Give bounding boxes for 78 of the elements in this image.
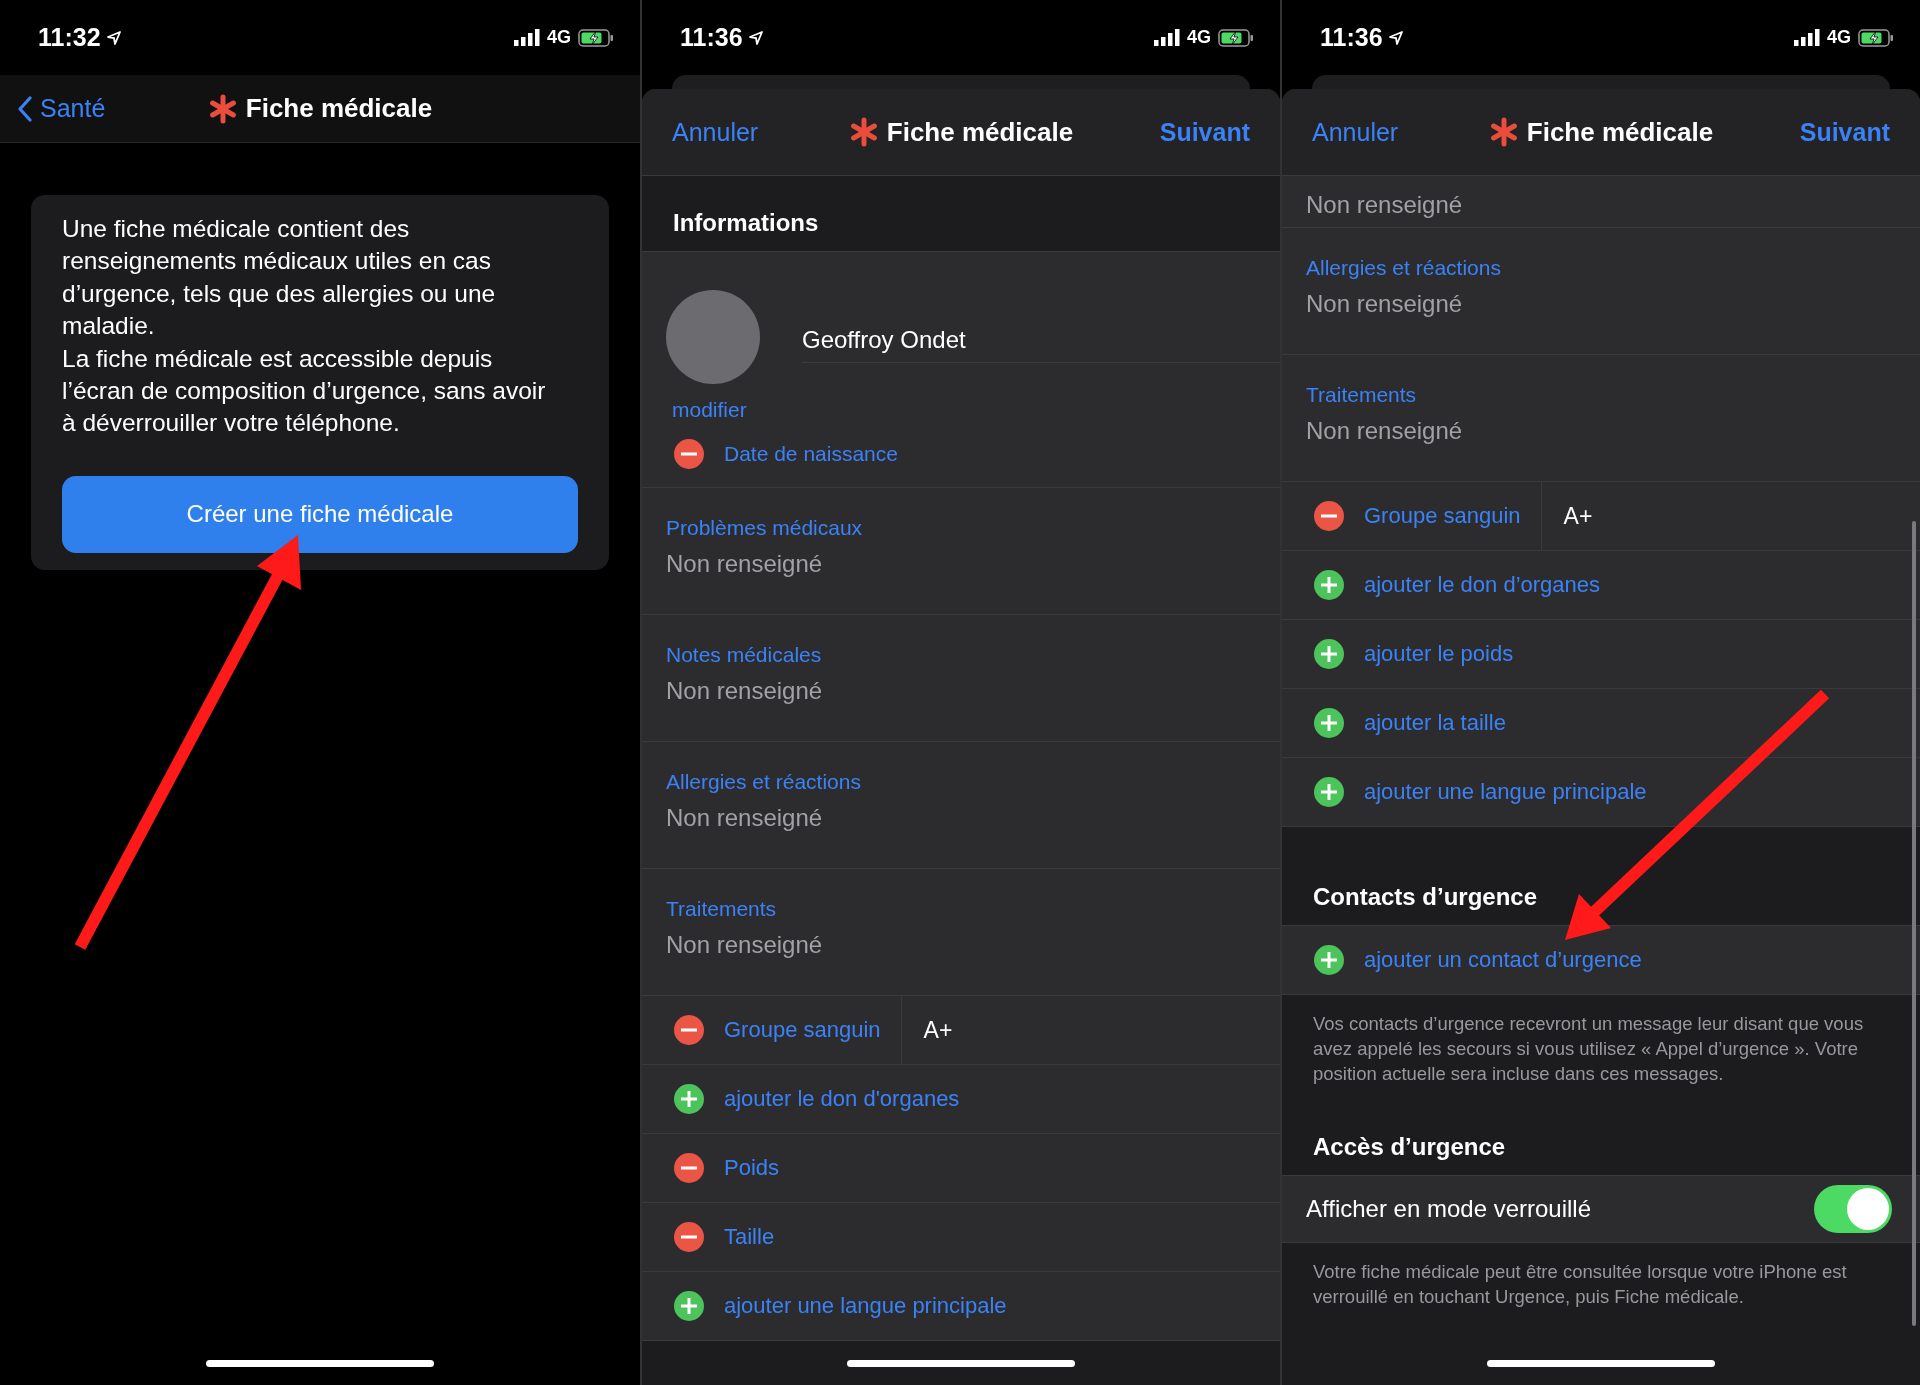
asterisk-icon [1488,117,1519,147]
nav-title: Fiche médicale [886,116,1074,148]
back-button[interactable]: Santé [18,94,106,123]
remove-circle-icon[interactable] [674,1222,704,1252]
toggle-label: Afficher en mode verrouillé [1306,1195,1592,1223]
field-value: Non renseigné [1306,191,1463,219]
footer-note: Votre fiche médicale peut être consultée lorsque votre iPhone est verrouillé en touchant Urgence, puis Fiche médicale. [1282,1243,1920,1385]
network-label: 4G [1827,27,1851,48]
field-label[interactable]: Problèmes médicaux [666,516,1280,540]
field-label[interactable]: Traitements [666,897,1280,921]
name-field[interactable]: Geoffroy Ondet [802,325,1280,363]
asterisk-icon [207,93,238,124]
battery-charging-icon [1858,28,1894,47]
field-label[interactable]: Date de naissance [724,441,898,466]
field-value: Non renseigné [666,677,824,705]
next-button[interactable]: Suivant [1799,117,1890,147]
status-time: 11:32 [38,23,101,52]
remove-circle-icon[interactable] [674,1153,704,1183]
field-label[interactable]: Traitements [1306,383,1920,407]
create-button[interactable]: Créer une fiche médicale [62,475,578,553]
section-header: Informations [673,209,819,237]
field-label[interactable]: Allergies et réactions [666,770,1280,794]
network-label: 4G [547,27,571,48]
asterisk-icon [848,117,879,147]
field-label[interactable]: ajouter le poids [1364,641,1514,667]
location-arrow-icon [1388,30,1403,45]
add-circle-icon[interactable] [674,1291,704,1321]
network-label: 4G [1187,27,1211,48]
location-arrow-icon [106,30,121,45]
info-paragraph: La fiche médicale est accessible depuis l’écran de composition d’urgence, sans avoir à déverrouiller votre téléphone. [62,343,547,439]
add-circle-icon[interactable] [1314,639,1344,669]
add-circle-icon[interactable] [1314,777,1344,807]
field-label[interactable]: Allergies et réactions [1306,256,1920,280]
battery-charging-icon [1218,28,1254,47]
location-arrow-icon [748,30,763,45]
field-value: Non renseigné [666,550,824,578]
status-time: 11:36 [1320,23,1383,52]
footer-note: Vos contacts d’urgence recevront un message leur disant que vous avez appelé les secours si vous utilisez « Appel d’urgence ». Votre position actuelle sera incluse dans ces messages. [1282,995,1920,1100]
field-label[interactable]: Groupe sanguin [724,1017,881,1043]
status-time: 11:36 [680,23,743,52]
field-value: Non renseigné [666,804,824,832]
signal-icon [514,29,540,46]
toggle-switch[interactable] [1814,1185,1892,1233]
remove-circle-icon[interactable] [1314,501,1344,531]
field-label[interactable]: Taille [724,1224,775,1250]
field-value: Non renseigné [1306,417,1464,445]
cancel-button[interactable]: Annuler [672,117,759,147]
field-label[interactable]: ajouter un contact d’urgence [1364,947,1642,973]
battery-charging-icon [578,28,614,47]
remove-circle-icon[interactable] [674,1015,704,1045]
remove-circle-icon[interactable] [674,438,704,469]
field-value: A+ [1540,481,1593,551]
chevron-left-icon [18,95,32,122]
field-label[interactable]: ajouter le don d’organes [1364,572,1601,598]
field-value: Non renseigné [666,931,824,959]
field-label[interactable]: ajouter une langue principale [724,1293,1007,1319]
field-label[interactable]: ajouter le don d'organes [724,1086,960,1112]
field-label[interactable]: Groupe sanguin [1364,503,1521,529]
field-label[interactable]: Poids [724,1155,780,1181]
nav-title: Fiche médicale [245,93,433,124]
field-label[interactable]: Notes médicales [666,643,1280,667]
next-button[interactable]: Suivant [1159,117,1250,147]
add-circle-icon[interactable] [1314,708,1344,738]
nav-title: Fiche médicale [1526,116,1714,148]
signal-icon [1154,29,1180,46]
field-label[interactable]: ajouter la taille [1364,710,1506,736]
field-value: A+ [900,995,953,1065]
section-header: Accès d’urgence [1313,1133,1506,1161]
add-circle-icon[interactable] [1314,945,1344,975]
field-value: Non renseigné [1306,290,1464,318]
edit-link[interactable]: modifier [672,396,747,425]
cancel-button[interactable]: Annuler [1312,117,1399,147]
add-circle-icon[interactable] [1314,570,1344,600]
field-label[interactable]: ajouter une langue principale [1364,779,1647,805]
signal-icon [1794,29,1820,46]
info-paragraph: Une fiche médicale contient des renseignements médicaux utiles en cas d’urgence, tels que des allergies ou une maladie. [62,214,497,342]
add-circle-icon[interactable] [674,1084,704,1114]
section-header: Contacts d’urgence [1313,883,1538,911]
